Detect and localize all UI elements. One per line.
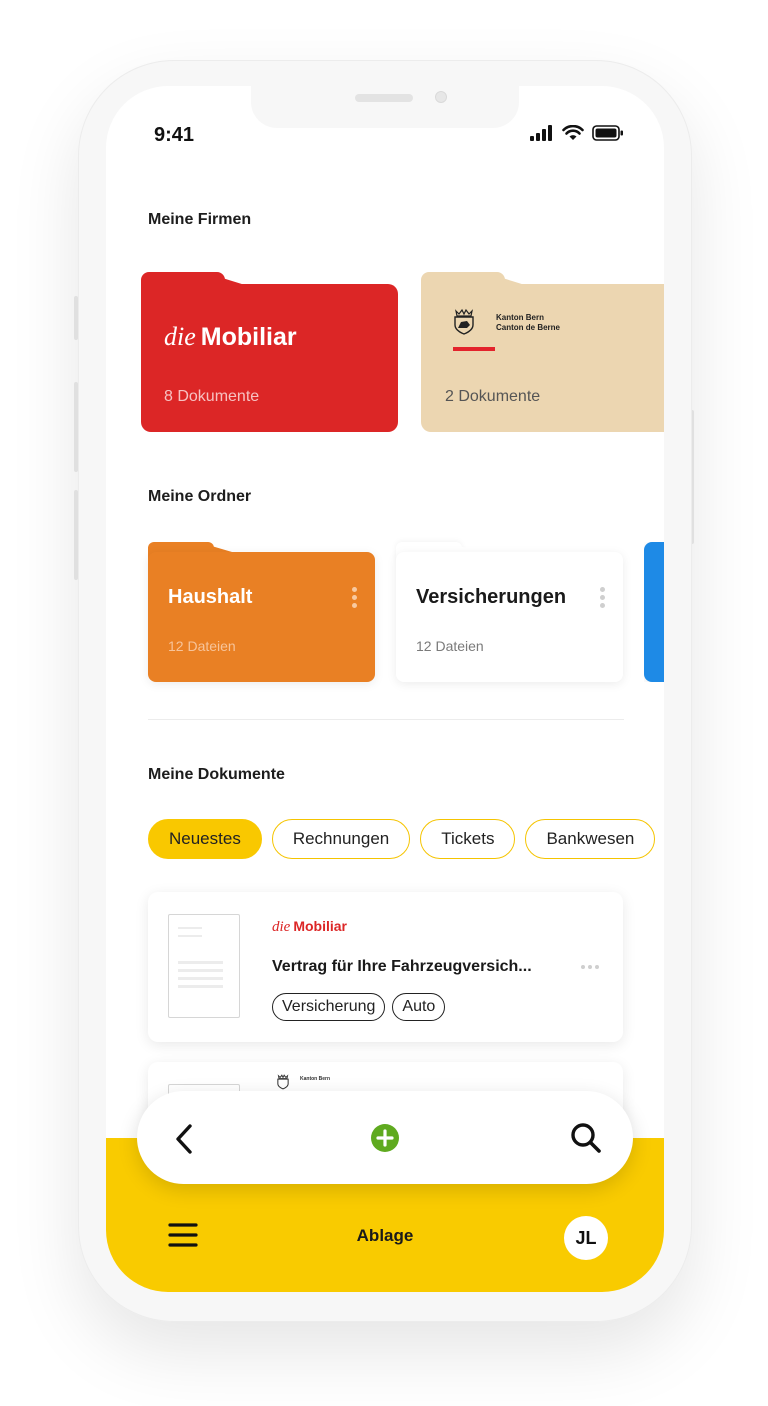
menu-dot: [599, 587, 605, 592]
menu-dot: [599, 595, 605, 600]
document-thumbnail: [168, 914, 240, 1018]
menu-dot: [588, 965, 592, 969]
folder-card-body: [644, 542, 664, 682]
menu-dot: [351, 603, 357, 608]
filter-chip-bankwesen[interactable]: Bankwesen: [525, 819, 656, 859]
firms-section-title: Meine Firmen: [148, 211, 252, 228]
cellular-signal-icon: [530, 125, 552, 141]
thumbnail-line: [178, 961, 223, 964]
bern-logo-text: Kanton Bern Canton de Berne: [496, 313, 560, 333]
menu-dot: [351, 595, 357, 600]
folder-tab-slope: [198, 542, 232, 552]
phone-speaker: [355, 94, 413, 102]
filter-chips: Neuestes Rechnungen Tickets Bankwesen: [148, 819, 656, 859]
firm-card-kanton-bern[interactable]: Kanton Bern Canton de Berne 2 Dokumente: [421, 272, 664, 432]
thumbnail-line: [178, 969, 223, 972]
bern-coat-of-arms-icon: [277, 1074, 289, 1090]
bern-logo-underline: [453, 347, 495, 351]
firm-document-count: 2 Dokumente: [445, 388, 541, 405]
document-brand-prefix: die: [272, 919, 291, 935]
app-screen: 9:41 Meine Firmen die Mobiliar 8 Dokument…: [106, 86, 664, 1292]
firm-card-body: [421, 284, 664, 432]
document-menu-button[interactable]: [581, 965, 599, 969]
filter-chip-neuestes[interactable]: Neuestes: [148, 819, 262, 859]
add-button-icon[interactable]: [370, 1123, 400, 1153]
folder-name: Versicherungen: [416, 586, 567, 608]
thumbnail-line: [178, 935, 202, 937]
folder-card-partial[interactable]: [644, 542, 664, 682]
search-icon[interactable]: [569, 1121, 603, 1155]
documents-section-title: Meine Dokumente: [148, 766, 285, 783]
document-brand-text: Kanton Bern: [300, 1076, 330, 1082]
tag-auto[interactable]: Auto: [392, 993, 446, 1021]
back-arrow-icon[interactable]: [173, 1123, 195, 1155]
user-avatar[interactable]: JL: [564, 1216, 608, 1260]
bern-coat-of-arms-icon: [454, 308, 474, 335]
folders-section-title: Meine Ordner: [148, 488, 252, 505]
phone-notch: [251, 86, 519, 128]
document-brand-name: Mobiliar: [293, 918, 347, 934]
folder-card-versicherungen[interactable]: Versicherungen 12 Dateien: [396, 542, 623, 682]
section-divider: [148, 719, 624, 720]
folder-menu-button[interactable]: [351, 587, 357, 608]
folder-name: Haushalt: [168, 586, 253, 608]
bern-logo-line2: Canton de Berne: [496, 323, 561, 332]
thumbnail-line: [178, 985, 223, 988]
document-title: Vertrag für Ihre Fahrzeugversich...: [272, 958, 532, 975]
menu-dot: [595, 965, 599, 969]
mobiliar-logo-name: Mobiliar: [200, 323, 297, 351]
folder-card-body: [396, 552, 623, 682]
battery-icon: [592, 125, 623, 141]
tag-versicherung[interactable]: Versicherung: [272, 993, 386, 1021]
document-card[interactable]: die Mobiliar Vertrag für Ihre Fahrzeugver…: [148, 892, 623, 1042]
filter-chip-rechnungen[interactable]: Rechnungen: [271, 819, 411, 859]
action-bar: [137, 1091, 633, 1184]
phone-camera: [435, 91, 447, 103]
folder-file-count: 12 Dateien: [416, 638, 484, 654]
firm-card-mobiliar[interactable]: die Mobiliar 8 Dokumente: [141, 272, 398, 432]
status-time: 9:41: [154, 124, 195, 146]
folder-card-haushalt[interactable]: Haushalt 12 Dateien: [148, 542, 375, 682]
status-icons: [530, 124, 624, 142]
folder-file-count: 12 Dateien: [168, 638, 236, 654]
thumbnail-line: [178, 977, 223, 980]
folder-card-body: [148, 552, 375, 682]
bern-logo-line1: Kanton Bern: [496, 313, 544, 322]
firm-document-count: 8 Dokumente: [164, 388, 260, 405]
menu-dot: [351, 587, 357, 592]
mobiliar-logo: die Mobiliar: [164, 322, 297, 352]
thumbnail-line: [178, 927, 202, 929]
menu-dot: [581, 965, 585, 969]
menu-dot: [599, 603, 605, 608]
document-brand-logo: die Mobiliar: [272, 918, 347, 936]
wifi-icon: [562, 125, 584, 140]
mobiliar-logo-prefix: die: [164, 322, 196, 351]
folder-tab-slope: [446, 542, 480, 552]
document-tags: Versicherung Auto: [272, 993, 446, 1021]
firm-card-body: [141, 284, 398, 432]
folder-menu-button[interactable]: [599, 587, 605, 608]
filter-chip-tickets[interactable]: Tickets: [420, 819, 516, 859]
